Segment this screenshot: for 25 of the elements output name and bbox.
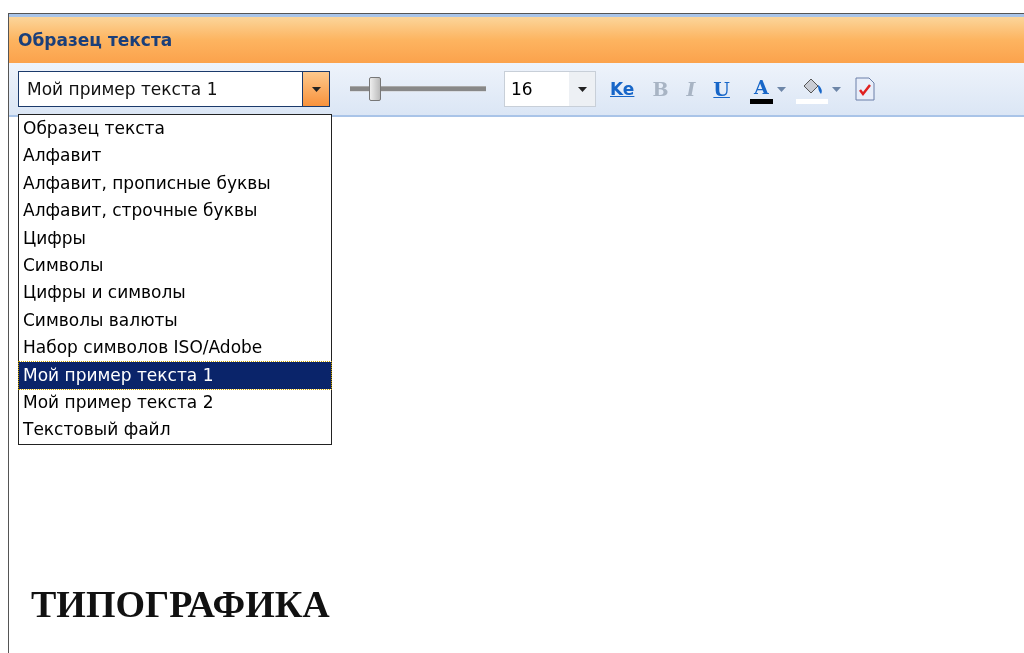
underline-button[interactable]: U — [709, 72, 734, 106]
font-color-button[interactable]: A — [749, 74, 773, 104]
caret-icon — [577, 86, 587, 92]
dropdown-item[interactable]: Текстовый файл — [19, 416, 331, 444]
dropdown-item[interactable]: Мой пример текста 2 — [19, 389, 331, 417]
dropdown-item[interactable]: Алфавит, прописные буквы — [19, 169, 331, 198]
caret-icon[interactable] — [776, 86, 786, 92]
size-select[interactable]: 16 — [504, 71, 596, 107]
caret-icon — [311, 86, 321, 92]
document-check-icon — [854, 77, 875, 101]
dropdown-item[interactable]: Символы — [19, 252, 331, 280]
kerning-button[interactable]: Ke — [606, 72, 639, 106]
dropdown-item[interactable]: Символы валюты — [19, 306, 331, 335]
dropdown-item[interactable]: Образец текста — [19, 115, 331, 143]
dropdown-item[interactable]: Мой пример текста 1 — [19, 361, 331, 390]
window-title: Образец текста — [9, 14, 1024, 63]
dropdown-item[interactable]: Алфавит — [19, 142, 331, 170]
dropdown-item[interactable]: Цифры — [19, 224, 331, 253]
dropdown-item[interactable]: Набор символов ISO/Adobe — [19, 334, 331, 362]
slider-thumb[interactable] — [368, 77, 381, 101]
dropdown-item[interactable]: Цифры и символы — [19, 279, 331, 307]
preview-text: ТИПОГРАФИКА — [31, 582, 330, 626]
sample-select[interactable]: Мой пример текста 1 — [18, 71, 330, 107]
dropdown-item[interactable]: Алфавит, строчные буквы — [19, 197, 331, 225]
caret-icon[interactable] — [831, 86, 841, 92]
